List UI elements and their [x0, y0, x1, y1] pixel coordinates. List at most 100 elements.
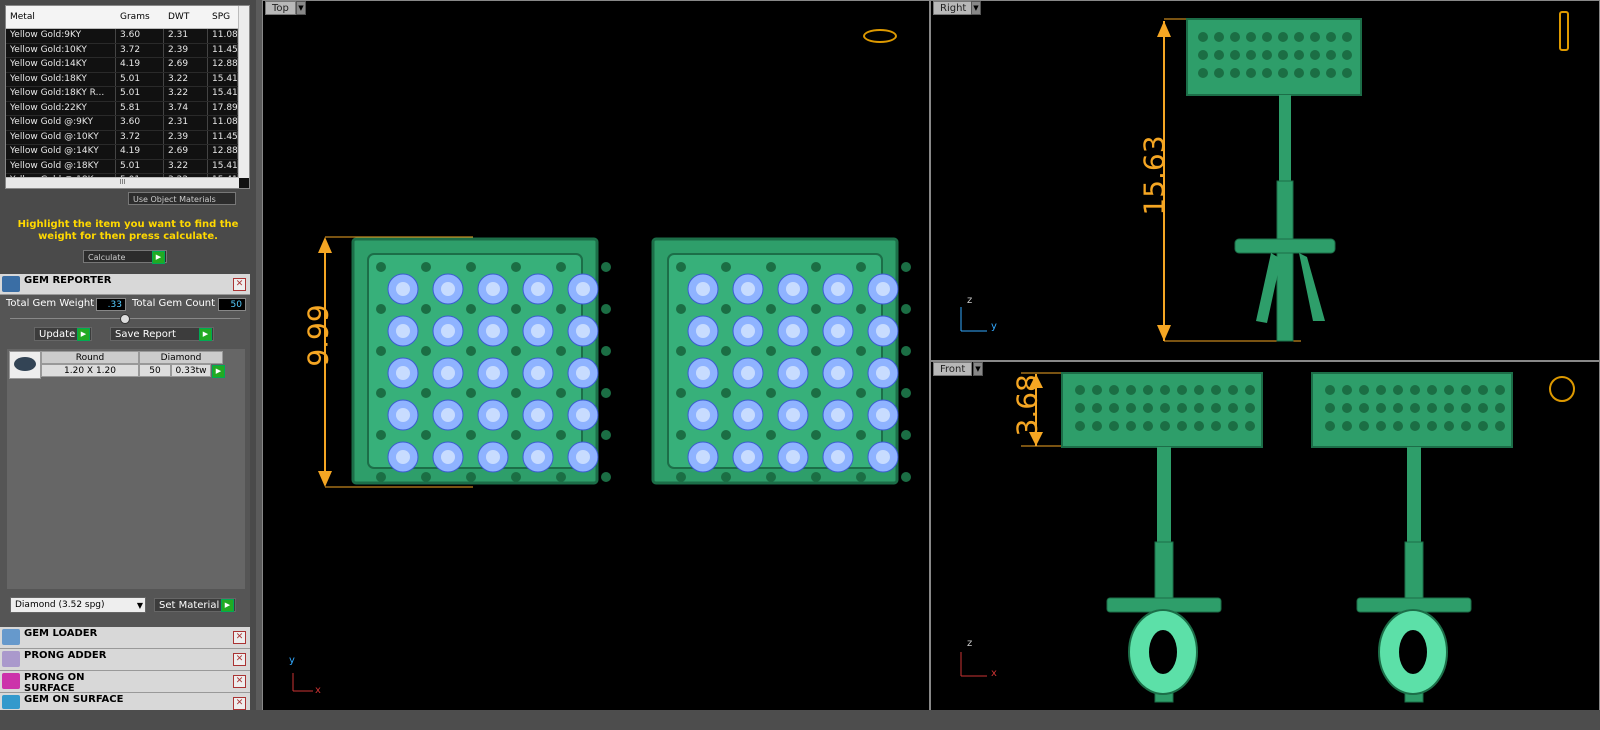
- metal-row[interactable]: Yellow Gold:18KY R... 5.01 3.22 15.41: [6, 87, 249, 102]
- prong: [1198, 32, 1208, 42]
- prong: [1143, 421, 1153, 431]
- diamond-gem-table: [786, 324, 800, 338]
- diamond-gem-table: [576, 408, 590, 422]
- gem-on-surface-header[interactable]: GEM ON SURFACE ✕: [0, 693, 250, 711]
- gem-reporter-header[interactable]: GEM REPORTER ✕: [0, 274, 250, 295]
- prong: [556, 346, 566, 356]
- metal-cell: 2.31: [164, 29, 208, 43]
- prong: [1342, 385, 1352, 395]
- metal-row[interactable]: Yellow Gold @:9KY 3.60 2.31 11.08: [6, 116, 249, 131]
- metal-row[interactable]: Yellow Gold @:10KY 3.72 2.39 11.45: [6, 130, 249, 145]
- prong-adder-header[interactable]: PRONG ADDER ✕: [0, 649, 250, 671]
- save-report-button[interactable]: Save Report ▶: [110, 327, 214, 341]
- metal-row[interactable]: Yellow Gold:10KY 3.72 2.39 11.45: [6, 43, 249, 58]
- diamond-gem-table: [741, 450, 755, 464]
- diamond-gem-table: [531, 366, 545, 380]
- metal-row[interactable]: Yellow Gold @:14KY 4.19 2.69 12.88: [6, 145, 249, 160]
- prong: [1262, 50, 1272, 60]
- total-gem-count-field[interactable]: 50: [218, 298, 246, 311]
- close-icon[interactable]: ✕: [233, 697, 246, 710]
- material-select[interactable]: Diamond (3.52 spg) ▼: [10, 597, 146, 613]
- close-icon[interactable]: ✕: [233, 631, 246, 644]
- metal-row[interactable]: Yellow Gold @:18KY 5.01 3.22 15.41: [6, 159, 249, 174]
- prong: [676, 388, 686, 398]
- prong-on-surface-title: PRONG ON SURFACE: [24, 672, 85, 694]
- prong: [1262, 32, 1272, 42]
- prong: [1143, 403, 1153, 413]
- diamond-gem-table: [441, 282, 455, 296]
- metal-row[interactable]: Yellow Gold:22KY 5.81 3.74 17.89: [6, 101, 249, 116]
- diamond-gem-table: [486, 282, 500, 296]
- diamond-gem-table: [696, 366, 710, 380]
- axis-x-label: x: [315, 685, 321, 696]
- prong: [721, 472, 731, 482]
- prong: [601, 346, 611, 356]
- prong: [1262, 68, 1272, 78]
- prong: [766, 388, 776, 398]
- prong: [1160, 421, 1170, 431]
- prong: [1214, 50, 1224, 60]
- diamond-gem-table: [396, 324, 410, 338]
- diamond-gem-table: [441, 408, 455, 422]
- gem-list[interactable]: Round Diamond 1.20 X 1.20 50 0.33tw ▶: [6, 348, 246, 590]
- calculate-button[interactable]: Calculate ▶: [83, 250, 167, 264]
- prong: [466, 472, 476, 482]
- prong-on-surface-header[interactable]: PRONG ON SURFACE ✕: [0, 671, 250, 694]
- metal-row[interactable]: Yellow Gold:9KY 3.60 2.31 11.08: [6, 29, 249, 44]
- prong: [1211, 385, 1221, 395]
- viewport-front[interactable]: Front ▼ 3.68 z x: [930, 361, 1600, 722]
- metal-cell: 2.31: [164, 116, 208, 130]
- prong: [856, 262, 866, 272]
- prong: [766, 472, 776, 482]
- total-gem-weight-field[interactable]: .33: [96, 298, 126, 311]
- gem-loader-header[interactable]: GEM LOADER ✕: [0, 627, 250, 649]
- gem-row-play-icon[interactable]: ▶: [212, 365, 225, 378]
- horizontal-scrollbar[interactable]: III: [6, 177, 239, 188]
- axis-y-label: y: [991, 321, 997, 332]
- col-spg[interactable]: SPG: [208, 6, 238, 28]
- prong: [766, 430, 776, 440]
- save-report-label: Save Report: [115, 329, 176, 340]
- vertical-scrollbar[interactable]: [238, 6, 249, 178]
- metal-cell: 12.88: [208, 145, 238, 159]
- prong: [676, 304, 686, 314]
- col-grams[interactable]: Grams: [116, 6, 164, 28]
- prong: [766, 262, 776, 272]
- slider-handle[interactable]: [120, 314, 130, 324]
- prong: [376, 472, 386, 482]
- metal-row[interactable]: Yellow Gold:14KY 4.19 2.69 12.88: [6, 58, 249, 73]
- prong: [1495, 403, 1505, 413]
- close-icon[interactable]: ✕: [233, 675, 246, 688]
- prong: [421, 388, 431, 398]
- close-icon[interactable]: ✕: [233, 278, 246, 291]
- metal-cell: 15.41: [208, 72, 238, 86]
- prong: [811, 346, 821, 356]
- metal-weight-table[interactable]: Metal Grams DWT SPG Yellow Gold:9KY 3.60 2…: [5, 5, 250, 189]
- metal-row[interactable]: Yellow Gold:18KY 5.01 3.22 15.41: [6, 72, 249, 87]
- update-button[interactable]: Update ▶: [34, 327, 92, 341]
- metal-cell: 2.39: [164, 130, 208, 144]
- prong: [1126, 421, 1136, 431]
- col-dwt[interactable]: DWT: [164, 6, 208, 28]
- diamond-gem-table: [786, 366, 800, 380]
- prong: [466, 346, 476, 356]
- metal-cell: 2.39: [164, 43, 208, 57]
- viewport-top[interactable]: Top ▼ 9.99 y x: [262, 0, 930, 722]
- gem-size: 1.20 X 1.20: [41, 364, 139, 377]
- prong: [1246, 68, 1256, 78]
- prong: [1075, 385, 1085, 395]
- viewport-right[interactable]: Right ▼ 15.63 z y: [930, 0, 1600, 361]
- prong: [1294, 50, 1304, 60]
- col-metal[interactable]: Metal: [6, 6, 116, 28]
- set-material-button[interactable]: Set Material ▶: [154, 598, 236, 612]
- metal-cell: Yellow Gold:9KY: [6, 29, 116, 43]
- prong: [1198, 50, 1208, 60]
- prong: [1214, 68, 1224, 78]
- prong: [811, 262, 821, 272]
- prong: [1495, 421, 1505, 431]
- gem-shape: Round: [41, 351, 139, 364]
- use-object-materials-select[interactable]: Use Object Materials: [128, 192, 236, 205]
- close-icon[interactable]: ✕: [233, 653, 246, 666]
- prong: [421, 346, 431, 356]
- metal-cell: Yellow Gold @:10KY: [6, 130, 116, 144]
